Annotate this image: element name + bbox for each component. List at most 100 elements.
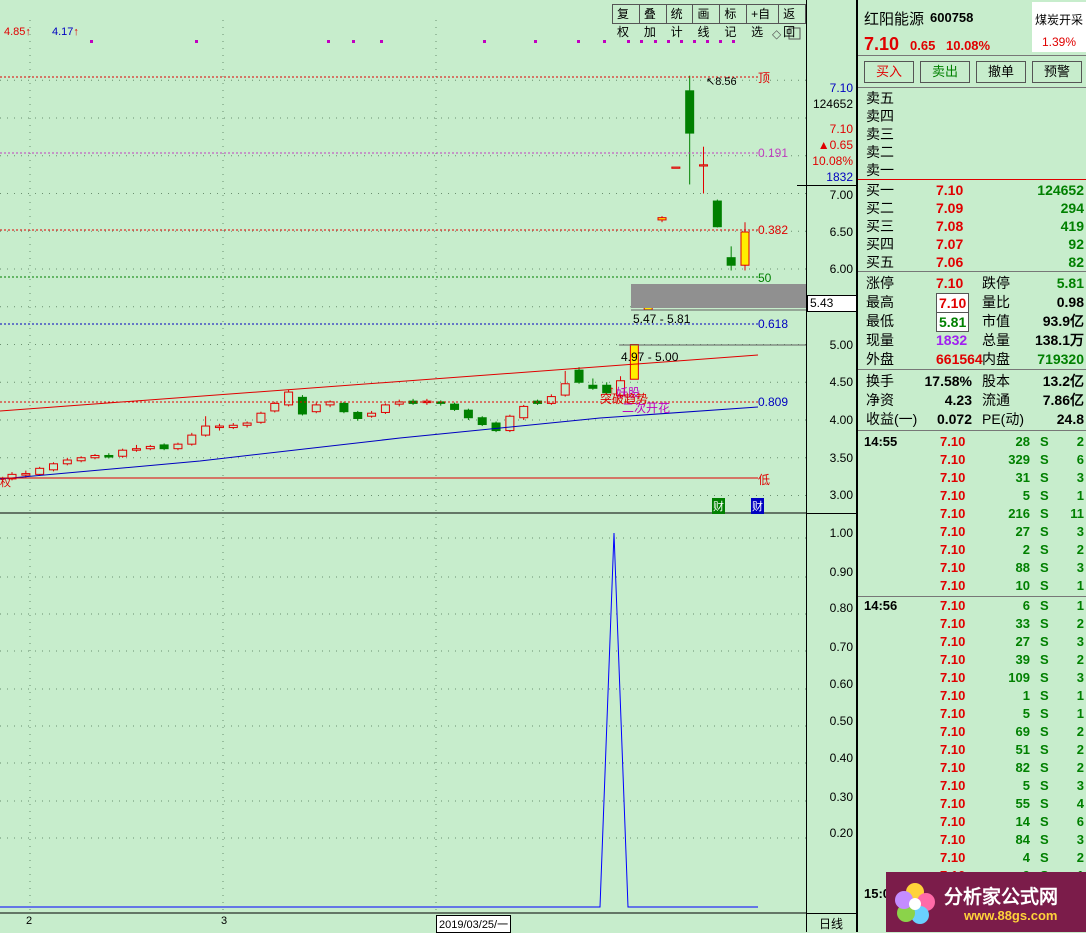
add-watchlist-button[interactable]: +自选 (746, 4, 779, 39)
tick-row[interactable]: 7.10 5 S 3 (858, 777, 1086, 795)
tick-row[interactable]: 7.10 5 S 1 (858, 487, 1086, 505)
tick-row[interactable]: 7.10 2 S 2 (858, 541, 1086, 559)
ask-row[interactable]: 卖四 (864, 107, 1084, 125)
candle[interactable] (505, 415, 515, 432)
tick-count: 3 (1076, 832, 1084, 847)
candle[interactable] (463, 409, 473, 419)
industry-box[interactable]: 煤炭开采 1.39% (1032, 2, 1086, 52)
candle[interactable] (699, 164, 709, 167)
candle[interactable] (21, 473, 31, 476)
ask-row[interactable]: 卖一 (864, 161, 1084, 179)
candle[interactable] (574, 369, 584, 383)
back-button[interactable]: 返回 (778, 4, 806, 39)
candle[interactable] (588, 384, 598, 389)
fuquan-button[interactable]: 复权 (612, 4, 639, 39)
tick-row[interactable]: 7.10 27 S 3 (858, 633, 1086, 651)
diamond-icon[interactable]: ◇ (772, 27, 782, 41)
bid-row[interactable]: 买三 7.08 419 (864, 217, 1084, 235)
candle[interactable] (201, 425, 211, 436)
candle[interactable] (104, 454, 114, 458)
tick-row[interactable]: 7.10 4 S 2 (858, 849, 1086, 867)
tick-row[interactable]: 7.10 10 S 1 (858, 577, 1086, 595)
candle[interactable] (491, 422, 501, 432)
bid-row[interactable]: 买五 7.06 82 (864, 253, 1084, 271)
tick-row[interactable]: 7.10 33 S 2 (858, 615, 1086, 633)
tick-row[interactable]: 7.10 27 S 3 (858, 523, 1086, 541)
stats-button[interactable]: 统计 (665, 4, 693, 39)
candle[interactable] (131, 448, 141, 451)
candle[interactable] (726, 257, 736, 266)
tick-row[interactable]: 7.10 31 S 3 (858, 469, 1086, 487)
candle[interactable] (657, 217, 667, 221)
stat-row: 最高 7.10 量比 0.98 (864, 293, 1084, 313)
tick-row[interactable]: 7.10 329 S 6 (858, 451, 1086, 469)
alert-button[interactable]: 预警 (1032, 61, 1082, 83)
signal-dot (693, 40, 696, 43)
bid-row[interactable]: 买一 7.10 124652 (864, 181, 1084, 199)
bid-row[interactable]: 买四 7.07 92 (864, 235, 1084, 253)
ask-row[interactable]: 卖三 (864, 125, 1084, 143)
candle[interactable] (685, 90, 695, 134)
stat-key: 换手 (866, 373, 894, 389)
bid-row[interactable]: 买二 7.09 294 (864, 199, 1084, 217)
buy-button[interactable]: 买入 (864, 61, 914, 83)
candle[interactable] (173, 443, 183, 450)
ask-row[interactable]: 卖二 (864, 143, 1084, 161)
candle[interactable] (477, 417, 487, 426)
candle[interactable] (297, 396, 307, 415)
candle[interactable] (270, 402, 280, 412)
candle[interactable] (228, 424, 238, 429)
mark-button[interactable]: 标记 (719, 4, 747, 39)
draw-line-button[interactable]: 画线 (692, 4, 720, 39)
tick-row[interactable]: 7.10 109 S 3 (858, 669, 1086, 687)
candle[interactable] (311, 404, 321, 413)
tick-row[interactable]: 7.10 82 S 2 (858, 759, 1086, 777)
candle[interactable] (62, 459, 72, 465)
candle[interactable] (740, 231, 750, 266)
candle[interactable] (48, 463, 58, 471)
candle[interactable] (284, 391, 294, 406)
tick-row[interactable]: 7.10 14 S 6 (858, 813, 1086, 831)
candle[interactable] (242, 422, 252, 426)
finance-tag-1[interactable]: 财 (712, 498, 725, 514)
candle[interactable] (76, 457, 86, 462)
candle[interactable] (519, 405, 529, 419)
tick-row[interactable]: 7.10 88 S 3 (858, 559, 1086, 577)
bottom-level-label: 低 (758, 473, 771, 487)
candle[interactable] (90, 454, 100, 459)
tick-row[interactable]: 7.10 216 S 11 (858, 505, 1086, 523)
candle[interactable] (380, 404, 390, 413)
tick-price: 7.10 (940, 706, 966, 721)
tick-row[interactable]: 7.10 51 S 2 (858, 741, 1086, 759)
candle[interactable] (339, 402, 349, 413)
overlay-button[interactable]: 叠加 (638, 4, 666, 39)
candle[interactable] (367, 412, 377, 417)
tick-row[interactable]: 7.10 84 S 3 (858, 831, 1086, 849)
candle[interactable] (450, 403, 460, 410)
tick-row[interactable]: 14:55 7.10 28 S 2 (858, 433, 1086, 451)
candle[interactable] (256, 412, 266, 423)
sell-button[interactable]: 卖出 (920, 61, 970, 83)
kline-chart[interactable]: ◇ ↑ (0, 0, 806, 932)
tick-row[interactable]: 7.10 55 S 4 (858, 795, 1086, 813)
candle[interactable] (353, 411, 363, 419)
period-label[interactable]: 日线 (819, 915, 843, 932)
finance-tag-2[interactable]: 财 (751, 498, 764, 514)
ask-row[interactable]: 卖五 (864, 89, 1084, 107)
cancel-order-button[interactable]: 撤单 (976, 61, 1026, 83)
tick-row[interactable]: 7.10 5 S 1 (858, 705, 1086, 723)
candle[interactable] (560, 383, 570, 396)
tick-row[interactable]: 14:56 7.10 6 S 1 (858, 597, 1086, 615)
candle[interactable] (118, 449, 128, 457)
tick-row[interactable]: 7.10 39 S 2 (858, 651, 1086, 669)
tick-row[interactable]: 7.10 1 S 1 (858, 687, 1086, 705)
candle[interactable] (214, 425, 224, 429)
candle[interactable] (35, 467, 45, 475)
candle[interactable] (712, 200, 722, 228)
kline-chart-area[interactable]: ◇ ↑ 4.85↑ 4.17↑ 复权 叠加 统计 画线 标记 +自选 返回 顶 … (0, 0, 806, 933)
candle[interactable] (187, 434, 197, 445)
candle[interactable] (671, 166, 681, 169)
tick-row[interactable]: 7.10 69 S 2 (858, 723, 1086, 741)
candle[interactable] (159, 444, 169, 450)
candle[interactable] (145, 445, 155, 450)
